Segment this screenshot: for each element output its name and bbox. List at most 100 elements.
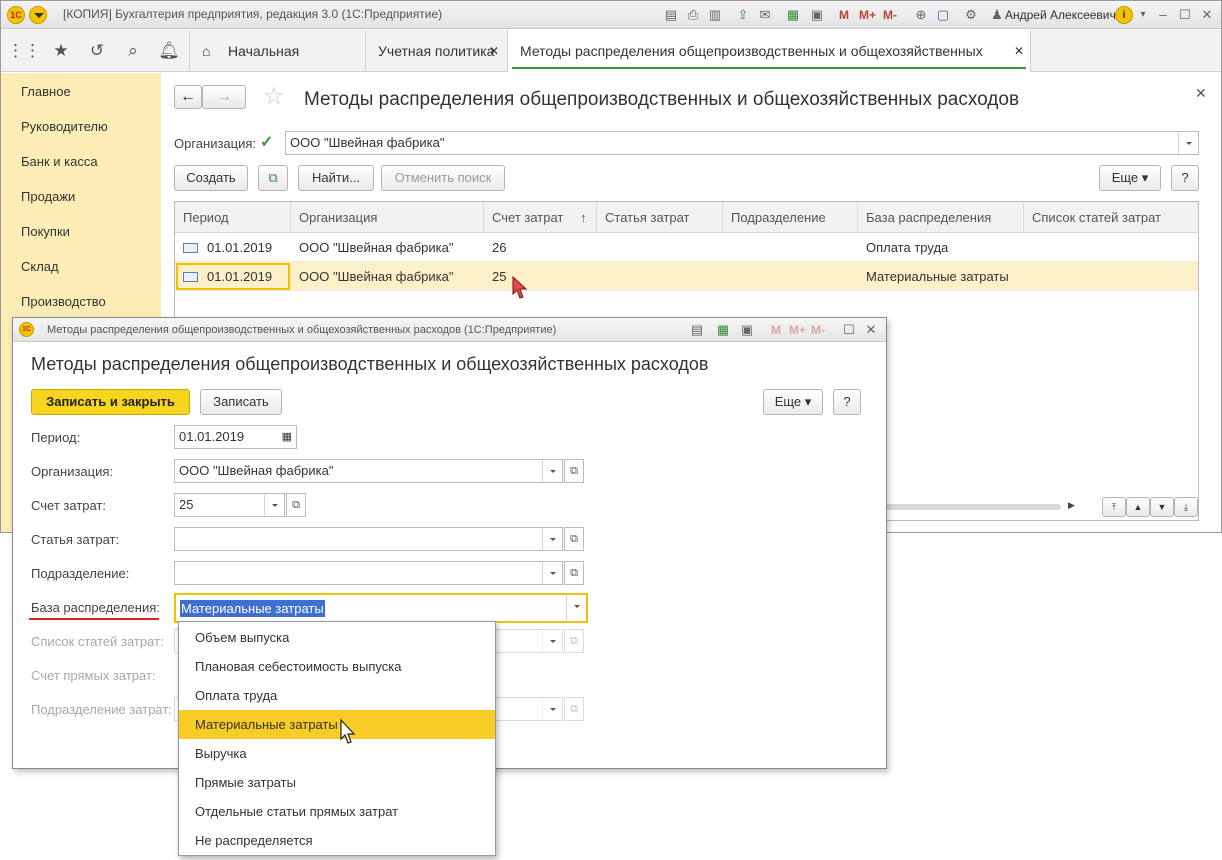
main-menu-button[interactable] <box>29 6 47 24</box>
more-button[interactable]: Еще ▾ <box>763 389 823 415</box>
scroll-bottom-button[interactable]: ⤓ <box>1174 497 1198 517</box>
close-icon[interactable]: ✕ <box>1199 7 1215 23</box>
save-button[interactable]: Записать <box>200 389 282 415</box>
tab-accounting-policy[interactable]: Учетная политика ✕ <box>365 30 507 72</box>
close-icon[interactable]: ✕ <box>863 322 879 338</box>
apps-grid-icon[interactable]: ⋮⋮ <box>6 30 42 72</box>
search-icon[interactable]: ⌕ <box>115 30 151 72</box>
column-header-dept[interactable]: Подразделение <box>723 202 858 233</box>
dropdown-arrow-icon[interactable] <box>264 494 284 516</box>
user-name[interactable]: Андрей Алексеевич <box>1005 8 1116 22</box>
chevron-down-icon[interactable]: ▾ <box>1135 7 1151 23</box>
dropdown-arrow-icon[interactable] <box>566 595 586 621</box>
bell-icon[interactable]: 🔔︎ <box>151 30 187 72</box>
memory-button[interactable]: M <box>839 7 849 23</box>
item-field[interactable] <box>174 527 563 551</box>
zoom-icon[interactable]: ⊕ <box>913 7 929 23</box>
dropdown-arrow-icon[interactable] <box>1178 132 1198 154</box>
calculator-icon[interactable]: ▦ <box>715 322 731 338</box>
dropdown-arrow-icon[interactable] <box>542 528 562 550</box>
sidebar-item-bank[interactable]: Банк и касса <box>21 154 98 169</box>
dropdown-arrow-icon[interactable] <box>542 562 562 584</box>
maximize-icon[interactable]: ☐ <box>841 322 857 338</box>
column-header-items-list[interactable]: Список статей затрат <box>1024 202 1198 233</box>
minimize-icon[interactable]: – <box>1155 7 1171 23</box>
forward-button[interactable]: → <box>202 85 246 109</box>
horizontal-scrollbar[interactable] <box>875 504 1061 510</box>
scroll-right-icon[interactable]: ▶ <box>1068 500 1075 511</box>
org-filter-input[interactable]: ООО "Швейная фабрика" <box>285 131 1199 155</box>
favorites-star-icon[interactable]: ★ <box>43 30 79 72</box>
window-icon[interactable]: ▢ <box>935 7 951 23</box>
maximize-icon[interactable]: ☐ <box>1177 7 1193 23</box>
sidebar-item-purchases[interactable]: Покупки <box>21 224 70 239</box>
open-icon[interactable]: ⧉ <box>564 527 584 551</box>
calendar-icon[interactable]: ▦ <box>282 426 292 448</box>
back-button[interactable]: ← <box>174 85 202 109</box>
more-button[interactable]: Еще ▾ <box>1099 165 1161 191</box>
period-field[interactable]: 01.01.2019 ▦ <box>174 425 297 449</box>
org-field[interactable]: ООО "Швейная фабрика" <box>174 459 563 483</box>
preview-icon[interactable]: ▥ <box>707 7 723 23</box>
favorite-star-icon[interactable]: ☆ <box>263 83 285 111</box>
dropdown-option[interactable]: Оплата труда <box>179 681 495 710</box>
save-icon[interactable]: ▤ <box>663 7 679 23</box>
sidebar-item-production[interactable]: Производство <box>21 294 106 309</box>
sidebar-item-sales[interactable]: Продажи <box>21 189 75 204</box>
calendar-icon[interactable]: ▣ <box>739 322 755 338</box>
open-icon[interactable]: ⧉ <box>286 493 306 517</box>
calculator-icon[interactable]: ▦ <box>785 7 801 23</box>
print-icon[interactable]: ⎙ <box>685 7 701 23</box>
dropdown-option[interactable]: Прямые затраты <box>179 768 495 797</box>
history-icon[interactable]: ↺ <box>79 30 115 72</box>
mail-icon[interactable]: ✉ <box>757 7 773 23</box>
memory-plus-button[interactable]: M+ <box>859 7 876 23</box>
tab-home[interactable]: ⌂ Начальная страница <box>189 30 365 101</box>
memory-plus-button[interactable]: M+ <box>789 322 806 338</box>
dropdown-option-selected[interactable]: Материальные затраты <box>179 710 495 739</box>
open-icon[interactable]: ⧉ <box>564 561 584 585</box>
scroll-down-button[interactable]: ▼ <box>1150 497 1174 517</box>
scroll-top-button[interactable]: ⤒ <box>1102 497 1126 517</box>
column-header-base[interactable]: База распределения <box>858 202 1024 233</box>
memory-minus-button[interactable]: M- <box>811 322 825 338</box>
calendar-icon[interactable]: ▣ <box>809 7 825 23</box>
copy-button[interactable]: ⧉ <box>258 165 288 191</box>
save-icon[interactable]: ▤ <box>689 322 705 338</box>
sidebar-item-manager[interactable]: Руководителю <box>21 119 108 134</box>
close-tab-icon[interactable]: ✕ <box>489 30 499 72</box>
dropdown-option[interactable]: Выручка <box>179 739 495 768</box>
create-button[interactable]: Создать <box>174 165 248 191</box>
base-field[interactable]: Материальные затраты <box>174 593 588 623</box>
table-row-selected[interactable]: 01.01.2019 ООО "Швейная фабрика" 25 Мате… <box>175 262 1198 291</box>
scroll-up-button[interactable]: ▲ <box>1126 497 1150 517</box>
help-button[interactable]: ? <box>833 389 861 415</box>
dept-field[interactable] <box>174 561 563 585</box>
close-form-icon[interactable]: ✕ <box>1195 85 1207 102</box>
dropdown-option[interactable]: Объем выпуска <box>179 623 495 652</box>
sidebar-item-warehouse[interactable]: Склад <box>21 259 59 274</box>
memory-button[interactable]: M <box>771 322 781 338</box>
column-header-period[interactable]: Период <box>175 202 291 233</box>
tools-icon[interactable]: ⚙ <box>963 7 979 23</box>
dropdown-arrow-icon[interactable] <box>542 460 562 482</box>
sidebar-item-main[interactable]: Главное <box>21 84 71 99</box>
tab-distribution-methods[interactable]: Методы распределения общепроизводственны… <box>507 30 1031 101</box>
cancel-search-button[interactable]: Отменить поиск <box>381 165 505 191</box>
find-button[interactable]: Найти... <box>298 165 374 191</box>
info-icon[interactable]: i <box>1115 6 1133 24</box>
column-header-item[interactable]: Статья затрат <box>597 202 723 233</box>
column-header-org[interactable]: Организация <box>291 202 484 233</box>
dropdown-option[interactable]: Не распределяется <box>179 826 495 855</box>
table-row[interactable]: 01.01.2019 ООО "Швейная фабрика" 26 Опла… <box>175 233 1198 262</box>
account-field[interactable]: 25 <box>174 493 285 517</box>
dropdown-option[interactable]: Отдельные статьи прямых затрат <box>179 797 495 826</box>
save-and-close-button[interactable]: Записать и закрыть <box>31 389 190 415</box>
upload-icon[interactable]: ⇪ <box>735 7 751 23</box>
column-header-account[interactable]: Счет затрат ↑ <box>484 202 597 233</box>
org-filter-checkbox[interactable]: ✓ <box>260 132 273 152</box>
open-icon[interactable]: ⧉ <box>564 459 584 483</box>
close-tab-icon[interactable]: ✕ <box>1014 30 1024 72</box>
dropdown-option[interactable]: Плановая себестоимость выпуска <box>179 652 495 681</box>
memory-minus-button[interactable]: M- <box>883 7 897 23</box>
